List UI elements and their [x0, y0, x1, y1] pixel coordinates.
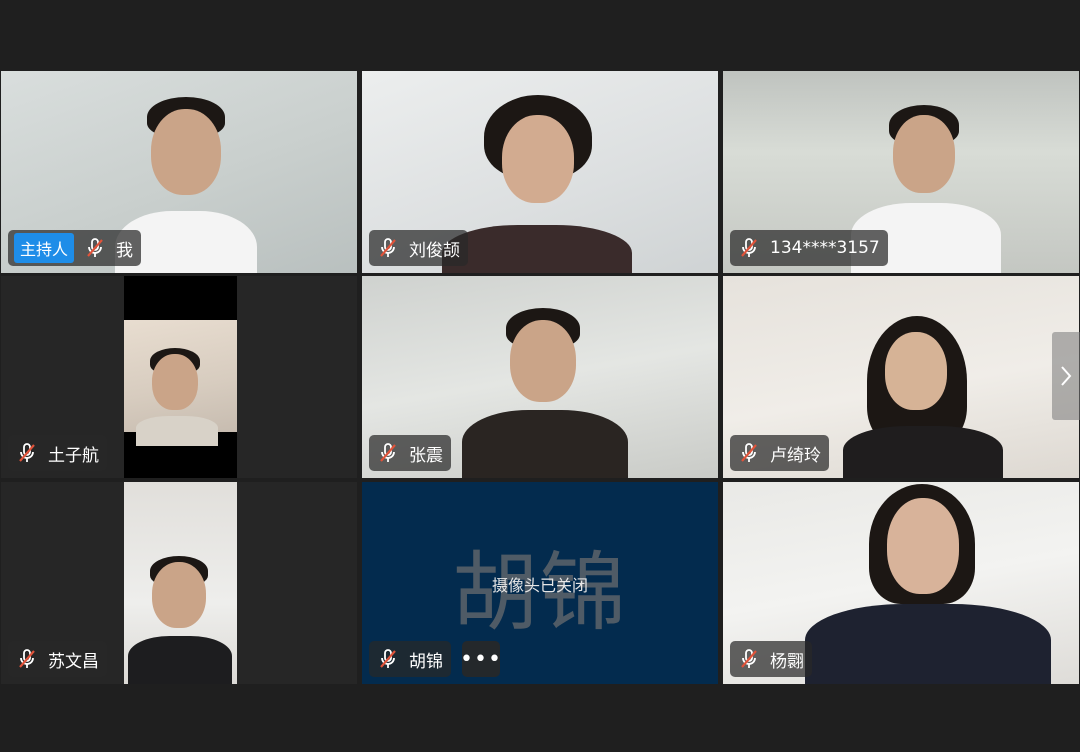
- participant-video: [124, 482, 237, 684]
- participant-name: 土子航: [48, 445, 99, 466]
- participant-tile[interactable]: 刘俊颉: [362, 71, 718, 273]
- participant-label: 杨翾: [730, 641, 812, 677]
- participant-tile[interactable]: 苏文昌: [1, 482, 357, 684]
- host-badge: 主持人: [14, 233, 75, 263]
- participant-tile[interactable]: 卢绮玲: [723, 276, 1079, 478]
- mic-muted-icon[interactable]: [82, 235, 108, 261]
- camera-off-status: 摄像头已关闭: [491, 576, 588, 595]
- participant-label: 卢绮玲: [730, 435, 829, 471]
- participant-video: [805, 484, 1051, 684]
- participant-tile-camera-off[interactable]: 胡锦 摄像头已关闭 胡锦 •••: [362, 482, 718, 684]
- more-options-button[interactable]: •••: [460, 641, 501, 677]
- participant-video: [124, 276, 237, 478]
- participant-name: 杨翾: [770, 651, 804, 672]
- participant-tile[interactable]: 张震: [362, 276, 718, 478]
- mic-muted-icon[interactable]: [14, 646, 40, 672]
- participant-name: 刘俊颉: [409, 240, 460, 261]
- participant-tile[interactable]: 杨翾: [723, 482, 1079, 684]
- participant-name: 张震: [409, 445, 443, 466]
- mic-muted-icon[interactable]: [736, 440, 762, 466]
- video-grid: 主持人 我 刘俊颉 134****3157 土子航 张震 卢绮玲 苏文昌 胡锦 …: [0, 0, 1080, 752]
- participant-label: 134****3157: [730, 230, 888, 266]
- mic-muted-icon[interactable]: [375, 646, 401, 672]
- participant-name: 134****3157: [770, 238, 880, 258]
- participant-label: 张震: [369, 435, 451, 471]
- participant-video: [843, 316, 1003, 478]
- participant-label: 胡锦 •••: [369, 641, 501, 677]
- participant-tile[interactable]: 134****3157: [723, 71, 1079, 273]
- participant-label: 土子航: [8, 435, 107, 471]
- mic-muted-icon[interactable]: [375, 440, 401, 466]
- participant-name: 苏文昌: [48, 651, 99, 672]
- participant-label: 刘俊颉: [369, 230, 468, 266]
- participant-label: 主持人 我: [8, 230, 142, 266]
- participant-video: [462, 306, 628, 478]
- participant-video: [115, 93, 257, 273]
- mic-muted-icon[interactable]: [736, 646, 762, 672]
- mic-muted-icon[interactable]: [375, 235, 401, 261]
- participant-video: [851, 101, 1001, 273]
- mic-muted-icon[interactable]: [14, 440, 40, 466]
- chevron-right-icon: [1061, 366, 1072, 386]
- participant-tile[interactable]: 土子航: [1, 276, 357, 478]
- participant-name: 胡锦: [409, 651, 443, 672]
- participant-label: 苏文昌: [8, 641, 107, 677]
- participant-video: [442, 93, 632, 273]
- next-page-button[interactable]: [1052, 332, 1080, 420]
- participant-name: 我: [116, 240, 134, 261]
- participant-name: 卢绮玲: [770, 445, 821, 466]
- mic-muted-icon[interactable]: [736, 235, 762, 261]
- participant-tile-me[interactable]: 主持人 我: [1, 71, 357, 273]
